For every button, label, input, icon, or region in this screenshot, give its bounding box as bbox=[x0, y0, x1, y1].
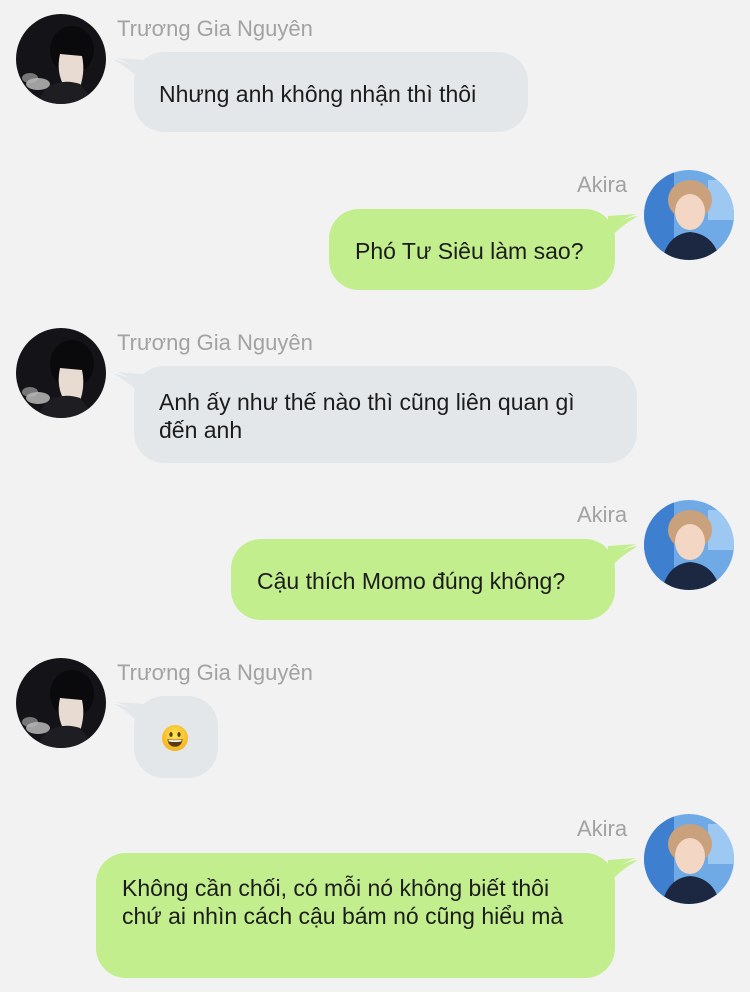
avatar-image-dark bbox=[16, 14, 106, 104]
message-outgoing: Akira Phó Tư Siêu làm sao? bbox=[0, 160, 750, 300]
message-text: Nhưng anh không nhận thì thôi bbox=[159, 81, 477, 107]
contact-avatar[interactable] bbox=[16, 14, 106, 104]
sender-name: Trương Gia Nguyên bbox=[117, 330, 313, 355]
avatar-image-dark bbox=[16, 658, 106, 748]
user-avatar[interactable] bbox=[644, 170, 734, 260]
message-outgoing: Akira Không cần chối, có mỗi nó không bi… bbox=[0, 804, 750, 992]
contact-avatar[interactable] bbox=[16, 658, 106, 748]
avatar-image-blue bbox=[644, 500, 734, 590]
avatar-image-blue bbox=[644, 814, 734, 904]
message-outgoing: Akira Cậu thích Momo đúng không? bbox=[0, 490, 750, 630]
sender-name: Akira bbox=[577, 172, 628, 197]
message-incoming: Trương Gia Nguyên Anh ấy như thế nào thì… bbox=[0, 314, 750, 474]
message-bubble[interactable]: Phó Tư Siêu làm sao? bbox=[329, 209, 615, 290]
message-bubble[interactable]: Nhưng anh không nhận thì thôi bbox=[134, 52, 528, 132]
message-bubble[interactable]: Anh ấy như thế nào thì cũng liên quan gì… bbox=[134, 366, 637, 463]
avatar-image-blue bbox=[644, 170, 734, 260]
user-avatar[interactable] bbox=[644, 500, 734, 590]
message-incoming: Trương Gia Nguyên Nhưng anh không nhận t… bbox=[0, 0, 750, 140]
message-bubble[interactable]: Cậu thích Momo đúng không? bbox=[231, 539, 615, 620]
sender-name: Trương Gia Nguyên bbox=[117, 660, 313, 685]
message-bubble[interactable]: Không cần chối, có mỗi nó không biết thô… bbox=[96, 853, 615, 978]
sender-name: Akira bbox=[577, 816, 628, 841]
user-avatar[interactable] bbox=[644, 814, 734, 904]
message-text: Cậu thích Momo đúng không? bbox=[257, 568, 566, 594]
message-bubble[interactable] bbox=[134, 696, 218, 778]
message-text: Không cần chối, có mỗi nó không biết thô… bbox=[122, 875, 564, 929]
message-incoming: Trương Gia Nguyên bbox=[0, 644, 750, 784]
sender-name: Trương Gia Nguyên bbox=[117, 16, 313, 41]
contact-avatar[interactable] bbox=[16, 328, 106, 418]
sender-name: Akira bbox=[577, 502, 628, 527]
message-text: Phó Tư Siêu làm sao? bbox=[355, 238, 584, 264]
grinning-face-emoji bbox=[162, 724, 188, 751]
avatar-image-dark bbox=[16, 328, 106, 418]
message-text: Anh ấy như thế nào thì cũng liên quan gì… bbox=[159, 389, 575, 443]
